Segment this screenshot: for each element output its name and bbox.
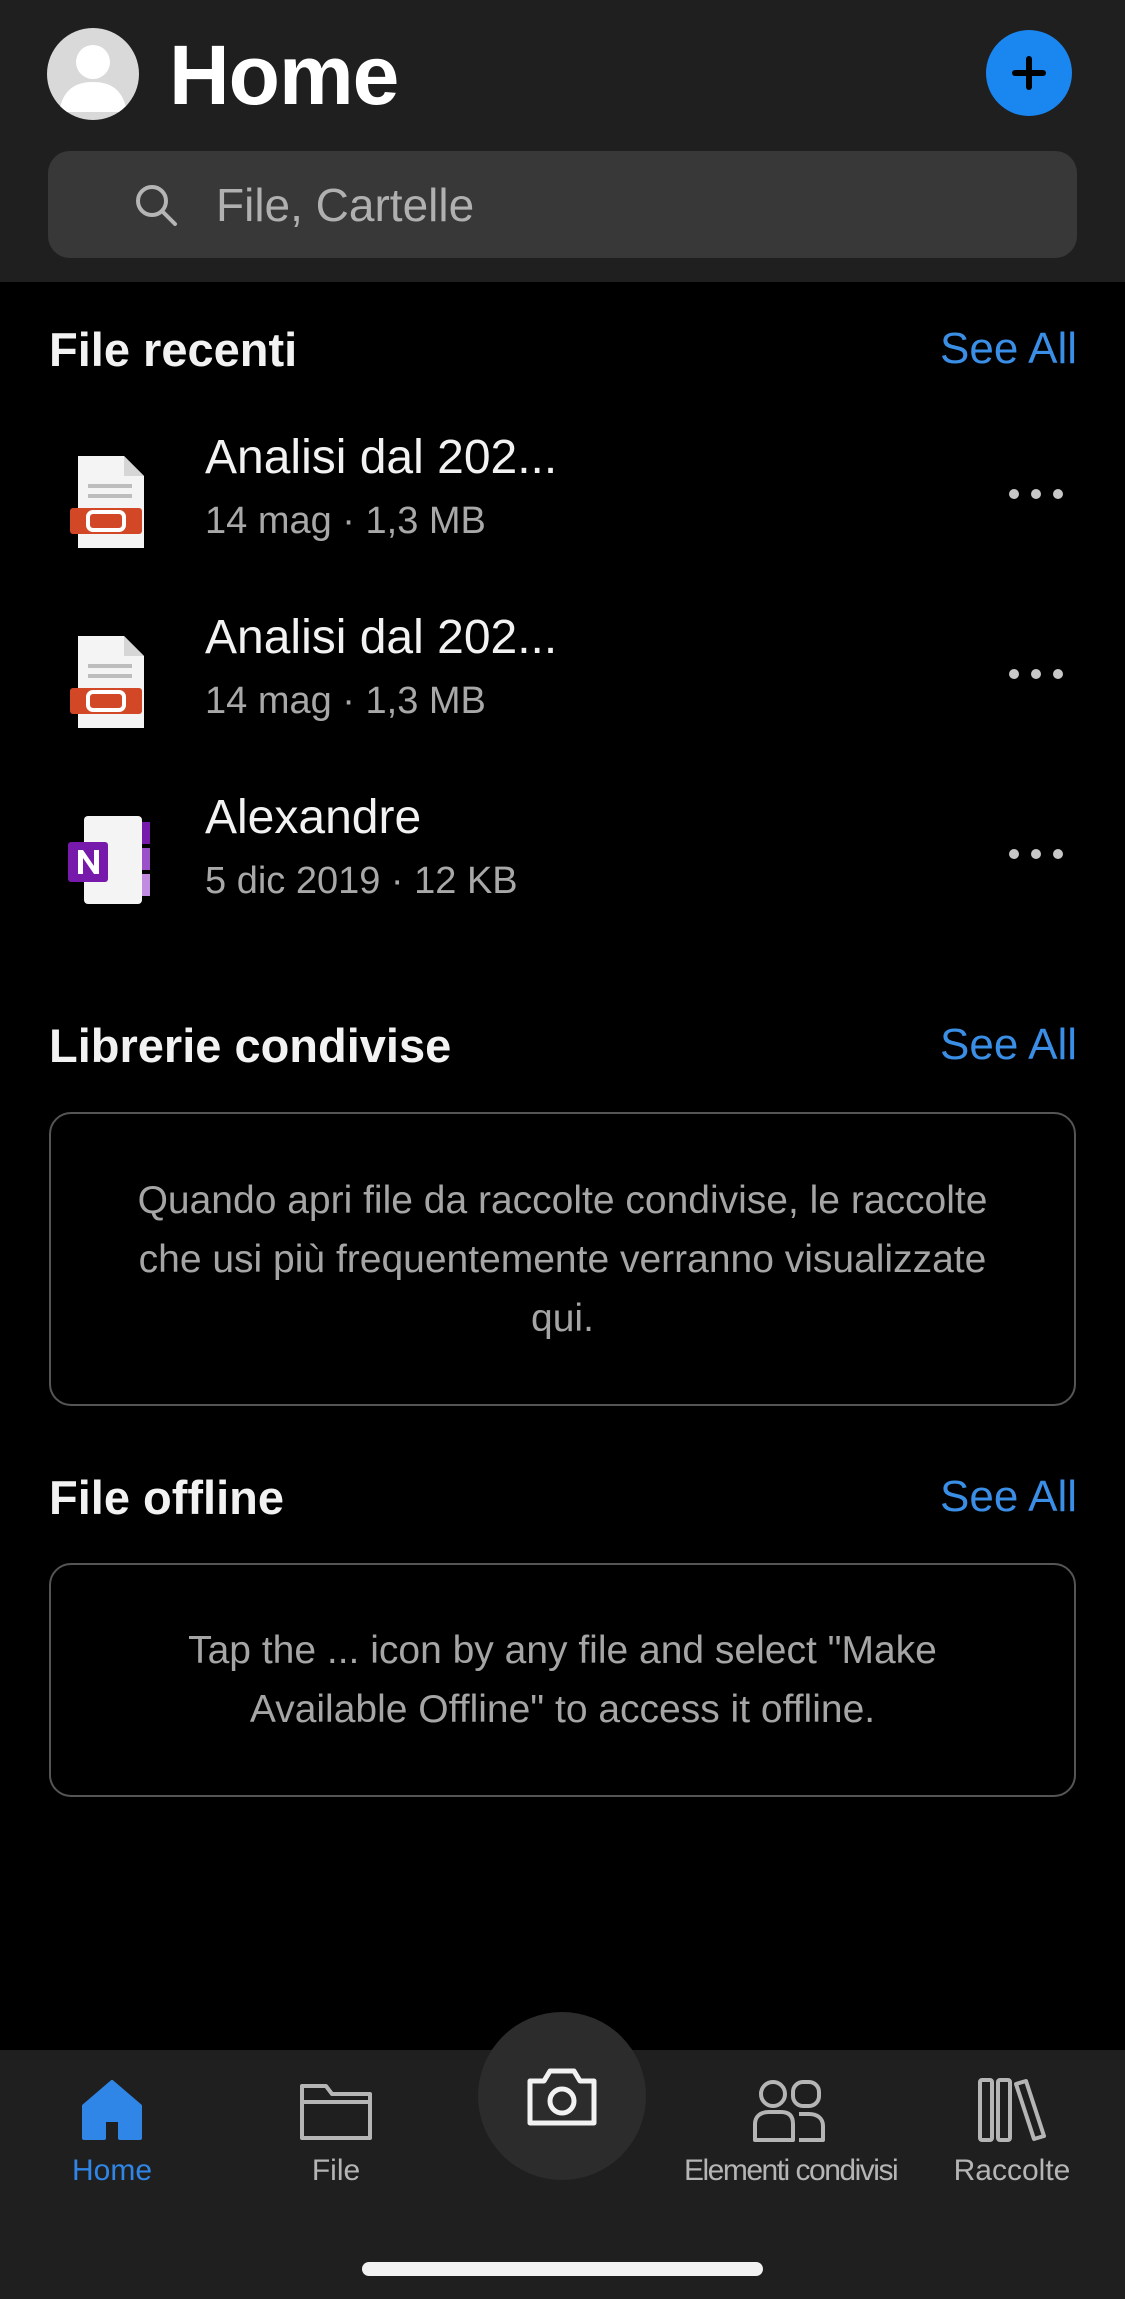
file-meta: 14 mag · 1,3 MB [205, 680, 486, 722]
file-meta: 14 mag · 1,3 MB [205, 500, 486, 542]
list-item[interactable]: Analisi dal 202... 14 mag · 1,3 MB [0, 412, 1125, 592]
camera-button[interactable] [478, 2012, 646, 2180]
pdf-file-icon [70, 456, 144, 548]
camera-icon [527, 2068, 597, 2126]
recent-files-title: File recenti [49, 323, 298, 376]
file-name: Analisi dal 202... [205, 431, 558, 484]
more-icon [1009, 669, 1019, 679]
offline-see-all-link[interactable]: See All [940, 1472, 1077, 1522]
library-icon [978, 2078, 1046, 2142]
tab-shared[interactable]: Elementi condivisi [684, 2076, 899, 2188]
more-icon [1009, 849, 1019, 859]
person-icon [59, 45, 127, 112]
search-input[interactable] [216, 151, 1056, 258]
tab-file[interactable]: File [268, 2076, 404, 2188]
more-options-button[interactable] [1005, 654, 1067, 694]
avatar[interactable] [47, 28, 139, 120]
plus-icon [1012, 56, 1046, 90]
add-button[interactable] [986, 30, 1072, 116]
onenote-file-icon [68, 816, 150, 904]
file-name: Analisi dal 202... [205, 611, 558, 664]
more-icon [1009, 489, 1019, 499]
shared-libraries-empty-state: Quando apri file da raccolte condivise, … [49, 1112, 1076, 1406]
search-icon [136, 185, 177, 226]
top-header: Home [0, 0, 1125, 282]
offline-empty-state: Tap the ... icon by any file and select … [49, 1563, 1076, 1797]
pdf-file-icon [70, 636, 144, 728]
more-options-button[interactable] [1005, 834, 1067, 874]
list-item[interactable]: Alexandre 5 dic 2019 · 12 KB [0, 772, 1125, 952]
file-name: Alexandre [205, 791, 422, 844]
tab-label: Raccolte [953, 2154, 1071, 2187]
recent-see-all-link[interactable]: See All [940, 324, 1077, 374]
search-bar[interactable] [48, 151, 1077, 258]
folder-icon [300, 2084, 372, 2140]
empty-state-text: Tap the ... icon by any file and select … [188, 1629, 937, 1731]
shared-libraries-see-all-link[interactable]: See All [940, 1020, 1077, 1070]
tab-label: Elementi condivisi [684, 2154, 899, 2187]
tab-home[interactable]: Home [44, 2076, 180, 2188]
file-meta: 5 dic 2019 · 12 KB [205, 860, 518, 902]
tab-label: File [311, 2154, 361, 2187]
empty-state-text: Quando apri file da raccolte condivise, … [137, 1178, 988, 1340]
list-item[interactable]: Analisi dal 202... 14 mag · 1,3 MB [0, 592, 1125, 772]
tab-raccolte[interactable]: Raccolte [944, 2076, 1080, 2188]
home-icon [82, 2080, 142, 2140]
shared-people-icon [753, 2080, 825, 2142]
shared-libraries-title: Librerie condivise [49, 1019, 452, 1072]
home-indicator [362, 2262, 763, 2276]
page-title: Home [169, 28, 399, 122]
tab-label: Home [71, 2154, 153, 2187]
offline-files-title: File offline [49, 1471, 284, 1524]
more-options-button[interactable] [1005, 474, 1067, 514]
